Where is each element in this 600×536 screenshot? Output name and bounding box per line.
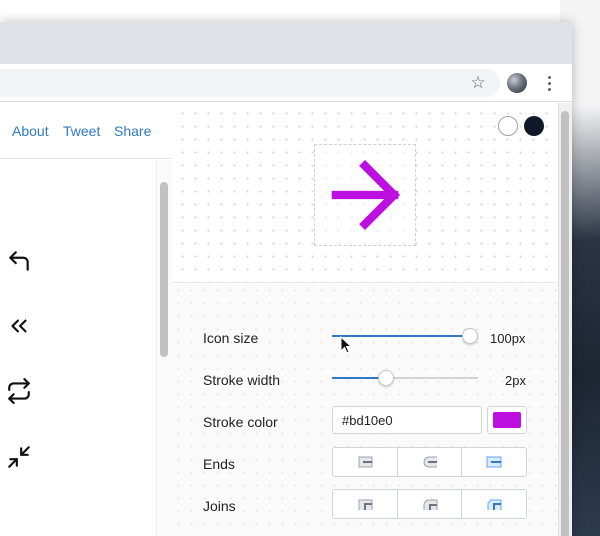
mouse-cursor-icon xyxy=(340,336,353,354)
stroke-width-slider[interactable] xyxy=(332,368,478,388)
chevrons-left-icon[interactable] xyxy=(6,313,32,339)
browser-window: ☆ About Tweet Share Icon size 100px Stro… xyxy=(0,22,572,536)
stroke-width-value: 2px xyxy=(505,373,526,388)
minimize-2-icon[interactable] xyxy=(6,444,32,470)
joins-selector[interactable] xyxy=(332,489,527,519)
swatch-fill xyxy=(493,412,521,428)
ends-selector[interactable] xyxy=(332,447,527,477)
icon-list xyxy=(0,160,172,536)
bevel-join-icon[interactable] xyxy=(462,490,526,518)
stroke-color-swatch[interactable] xyxy=(487,406,527,434)
about-link[interactable]: About xyxy=(12,123,49,139)
round-join-icon[interactable] xyxy=(398,490,463,518)
share-link[interactable]: Share xyxy=(114,123,151,139)
icon-size-value: 100px xyxy=(490,331,526,346)
preview-frame xyxy=(314,144,416,246)
icon-preview xyxy=(172,103,558,283)
ends-label: Ends xyxy=(203,456,235,472)
tab-strip xyxy=(0,22,572,64)
page-scrollbar-thumb[interactable] xyxy=(561,111,569,536)
square-cap-icon[interactable] xyxy=(462,448,526,476)
profile-avatar[interactable] xyxy=(507,73,527,93)
miter-join-icon[interactable] xyxy=(333,490,398,518)
round-cap-icon[interactable] xyxy=(398,448,463,476)
browser-toolbar: ☆ xyxy=(0,64,572,102)
corner-up-left-icon[interactable] xyxy=(6,248,32,274)
customize-panel: Icon size 100px Stroke width 2px Stroke … xyxy=(172,284,558,536)
sidebar-scrollbar-thumb[interactable] xyxy=(160,182,168,357)
arrow-right-icon xyxy=(331,159,401,231)
site-nav: About Tweet Share xyxy=(0,103,172,159)
joins-label: Joins xyxy=(203,498,236,514)
page-content: About Tweet Share Icon size 100px Stroke… xyxy=(0,103,572,536)
tweet-link[interactable]: Tweet xyxy=(63,123,100,139)
stroke-color-input[interactable] xyxy=(332,406,482,434)
address-bar[interactable] xyxy=(0,69,500,97)
light-theme-toggle[interactable] xyxy=(498,116,518,136)
bookmark-star-icon[interactable]: ☆ xyxy=(468,73,488,93)
butt-cap-icon[interactable] xyxy=(333,448,398,476)
stroke-width-label: Stroke width xyxy=(203,372,281,388)
dark-theme-toggle[interactable] xyxy=(524,116,544,136)
repeat-icon[interactable] xyxy=(6,378,32,404)
stroke-color-label: Stroke color xyxy=(203,414,278,430)
more-menu-icon[interactable] xyxy=(542,73,556,93)
icon-size-label: Icon size xyxy=(203,330,259,346)
